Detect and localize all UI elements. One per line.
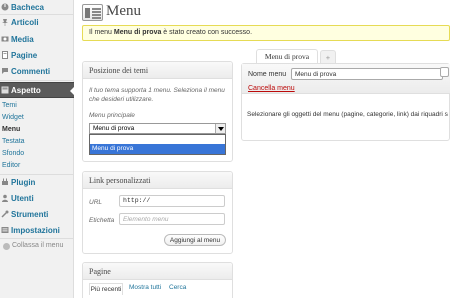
box-title: Pagine [89, 267, 111, 276]
media-icon [1, 36, 9, 42]
current-arrow [70, 86, 75, 96]
menu-editor: Nome menu Menu di prova Cancella menu Se… [241, 63, 450, 141]
box-header[interactable]: Pagine [83, 263, 232, 280]
menu-strumenti[interactable]: Strumenti [0, 207, 74, 222]
menu-label: Bacheca [11, 3, 44, 12]
menu-media[interactable]: Media [0, 32, 74, 47]
tab-search[interactable]: Cerca [169, 284, 186, 291]
menu-label: Aspetto [11, 86, 41, 95]
menu-bacheca[interactable]: Bacheca [0, 0, 74, 15]
tab-show-all[interactable]: Mostra tutti [129, 284, 161, 291]
tools-icon [1, 210, 9, 218]
plugin-icon [2, 178, 8, 185]
menu-commenti[interactable]: Commenti [0, 64, 74, 79]
editor-header: Nome menu Menu di prova Cancella menu [242, 64, 450, 94]
theme-locations-box: Posizione dei temi Il tuo tema supporta … [82, 61, 233, 162]
link-text-label: Etichetta [89, 217, 115, 224]
success-notice: Il menu Menu di prova è stato creato con… [82, 25, 450, 41]
menu-label: Impostazioni [11, 226, 60, 235]
pin-icon [2, 19, 8, 26]
delete-menu-link[interactable]: Cancella menu [248, 85, 295, 92]
divider [0, 238, 74, 239]
users-icon [2, 194, 8, 202]
pages-icon [2, 51, 8, 59]
submenu-menu[interactable]: Menu [2, 126, 20, 133]
chevron-down-icon[interactable] [215, 124, 225, 133]
menu-label: Media [11, 35, 34, 44]
add-menu-tab[interactable]: + [320, 50, 336, 63]
settings-icon [1, 227, 9, 233]
url-value: http:// [123, 197, 151, 204]
menu-name-input[interactable]: Menu di prova [291, 68, 443, 80]
tab-recent[interactable]: Più recenti [89, 283, 123, 295]
menu-label: Plugin [11, 178, 36, 187]
menu-checkbox[interactable] [440, 67, 449, 77]
menu-pagine[interactable]: Pagine [0, 48, 74, 63]
menu-label: Articoli [11, 18, 39, 27]
box-header[interactable]: Link personalizzati [83, 172, 232, 189]
collapse-label: Collassa il menu [12, 242, 64, 249]
submenu-testata[interactable]: Testata [2, 138, 25, 145]
collapse-menu-button[interactable]: Collassa il menu [0, 241, 74, 253]
url-input[interactable]: http:// [119, 195, 225, 207]
box-title: Posizione dei temi [89, 66, 149, 75]
box-title: Link personalizzati [89, 176, 151, 185]
select-dropdown: Menu di prova [89, 134, 226, 155]
menu-name-label: Nome menu [248, 71, 287, 78]
menu-name-value: Menu di prova [295, 71, 337, 78]
dropdown-option[interactable]: Menu di prova [90, 144, 225, 154]
admin-sidebar: Bacheca Articoli Media Pagine Commenti A… [0, 0, 75, 298]
collapse-icon [3, 243, 10, 250]
url-label: URL [89, 199, 103, 206]
add-to-menu-button[interactable]: Aggiungi al menu [164, 234, 226, 246]
dashboard-icon [1, 3, 9, 11]
submenu-widget[interactable]: Widget [2, 114, 24, 121]
pages-box: Pagine Più recenti Mostra tutti Cerca [82, 262, 233, 298]
menu-label: Strumenti [11, 210, 49, 219]
submenu-temi[interactable]: Temi [2, 102, 17, 109]
page-title: Menu [106, 3, 141, 19]
menu-plugin[interactable]: Plugin [0, 175, 74, 190]
submenu-editor[interactable]: Editor [2, 162, 20, 169]
menu-label: Pagine [11, 51, 38, 60]
notice-text: Il menu Menu di prova è stato creato con… [89, 29, 253, 36]
menu-articoli[interactable]: Articoli [0, 15, 74, 30]
appearance-icon [1, 86, 9, 94]
divider [0, 80, 74, 81]
comments-icon [2, 68, 8, 74]
theme-description: Il tuo tema supporta 1 menu. Seleziona i… [89, 87, 225, 103]
menu-aspetto[interactable]: Aspetto [0, 82, 75, 98]
custom-links-box: Link personalizzati URL http:// Etichett… [82, 171, 233, 254]
editor-instructions: Selezionare gli oggetti del menu (pagine… [247, 111, 448, 118]
menus-icon [82, 4, 103, 21]
select-value: Menu di prova [93, 125, 135, 132]
menu-utenti[interactable]: Utenti [0, 191, 74, 206]
menu-label: Commenti [11, 67, 51, 76]
link-text-placeholder: Elemento menu [123, 216, 169, 223]
menu-impostazioni[interactable]: Impostazioni [0, 223, 74, 238]
link-text-input[interactable]: Elemento menu [119, 213, 225, 225]
menu-location-select[interactable]: Menu di prova [89, 123, 226, 134]
menu-label: Utenti [11, 194, 34, 203]
tab-menu-di-prova[interactable]: Menu di prova [256, 49, 318, 63]
location-label: Menu principale [89, 112, 135, 119]
box-header[interactable]: Posizione dei temi [83, 62, 232, 79]
submenu-sfondo[interactable]: Sfondo [2, 150, 24, 157]
